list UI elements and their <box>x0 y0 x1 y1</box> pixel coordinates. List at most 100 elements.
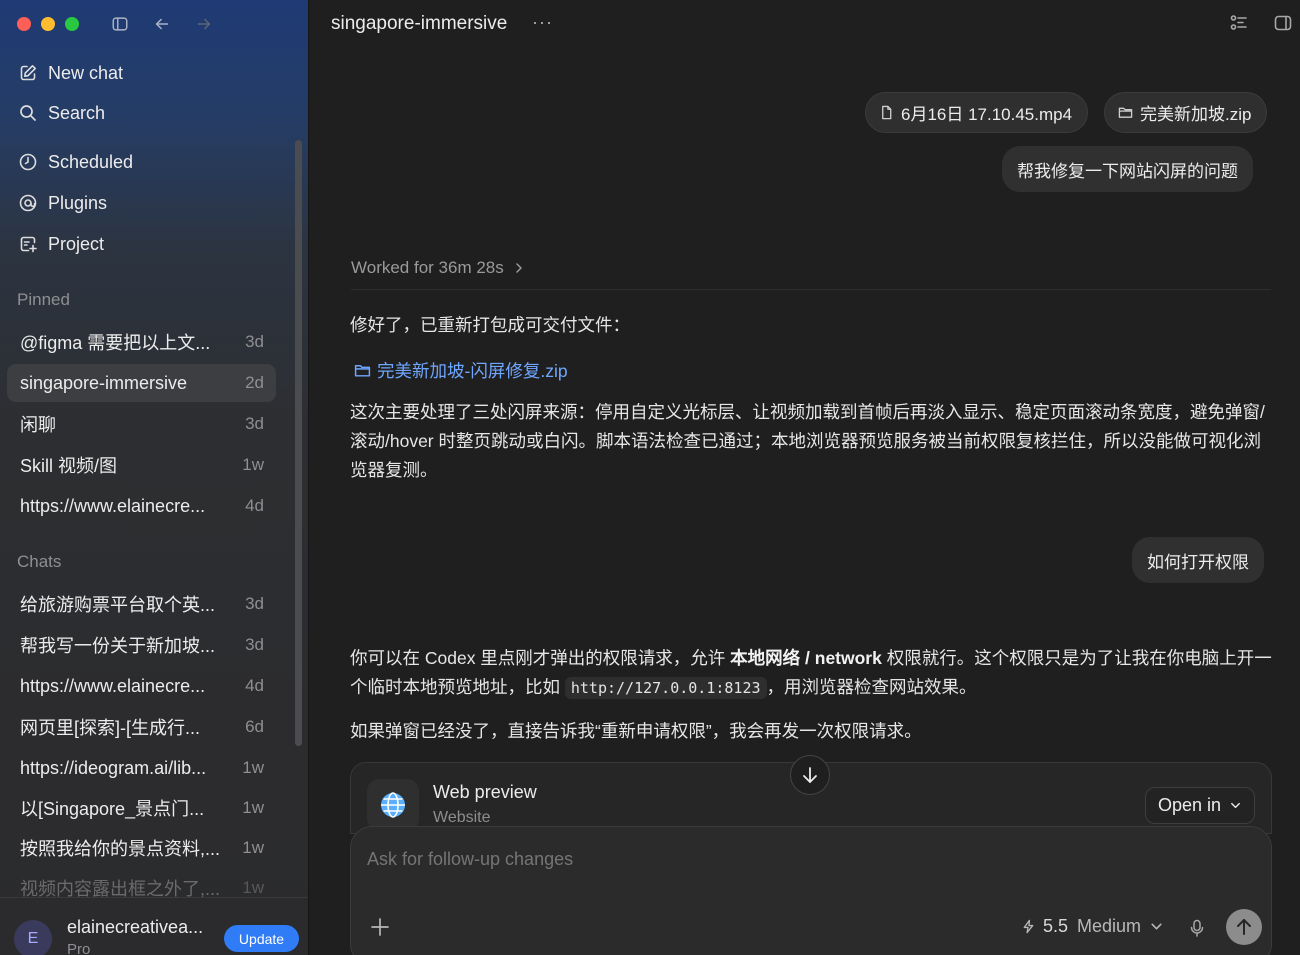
folder-icon <box>1118 107 1133 118</box>
zoom-window-button[interactable] <box>65 17 79 31</box>
chat-item[interactable]: https://www.elainecre... 4d <box>7 667 276 705</box>
microphone-icon <box>1190 919 1204 937</box>
item-label: singapore-immersive <box>20 372 188 393</box>
attachment-chip[interactable]: 6月16日 17.10.45.mp4 <box>865 92 1089 133</box>
add-attachment-button[interactable] <box>369 916 391 938</box>
pinned-item[interactable]: @figma 需要把以上文... 3d <box>7 323 276 361</box>
item-age: 1w <box>242 455 264 474</box>
item-age: 4d <box>245 676 264 695</box>
chat-item[interactable]: 帮我写一份关于新加坡... 3d <box>7 626 276 664</box>
pinned-section-title: Pinned <box>17 290 70 309</box>
chat-item[interactable]: 以[Singapore_景点门... 1w <box>7 789 276 827</box>
open-in-label: Open in <box>1157 795 1221 815</box>
sidebar-toggle-icon[interactable] <box>109 13 131 35</box>
new-chat-label: New chat <box>48 62 124 83</box>
attachment-chip[interactable]: 完美新加坡.zip <box>1104 92 1268 133</box>
back-arrow-icon[interactable] <box>151 13 173 35</box>
open-in-dropdown[interactable]: Open in <box>1144 787 1255 824</box>
scroll-to-bottom-button[interactable] <box>790 755 830 795</box>
bolt-icon <box>1023 919 1034 934</box>
plugins-button[interactable]: Plugins <box>8 185 278 221</box>
send-button[interactable] <box>1226 909 1262 945</box>
item-age: 4d <box>245 496 264 515</box>
arrow-down-icon <box>803 767 817 783</box>
pinned-item[interactable]: Skill 视频/图 1w <box>7 446 276 484</box>
sidebar-scrollbar[interactable] <box>295 140 302 746</box>
model-name: 5.5 <box>1043 916 1069 936</box>
window-controls <box>17 17 79 31</box>
model-selector[interactable]: 5.5 Medium <box>1021 916 1164 937</box>
pinned-item[interactable]: https://www.elainecre... 4d <box>7 487 276 525</box>
item-age: 3d <box>245 414 264 433</box>
item-label: 闲聊 <box>20 415 56 435</box>
user-message: 帮我修复一下网站闪屏的问题 <box>1002 146 1253 192</box>
item-age: 2d <box>245 373 264 392</box>
divider <box>351 289 1271 290</box>
search-icon <box>20 105 36 121</box>
item-age: 1w <box>242 878 264 897</box>
item-age: 1w <box>242 758 264 777</box>
worked-duration-toggle[interactable]: Worked for 36m 28s <box>351 258 526 278</box>
text-segment: ，用浏览器检查网站效果。 <box>766 677 977 697</box>
user-name[interactable]: elainecreativea... <box>67 917 203 938</box>
pinned-item-active[interactable]: singapore-immersive 2d <box>7 364 276 402</box>
item-age: 3d <box>245 635 264 654</box>
inline-code: http://127.0.0.1:8123 <box>564 677 767 699</box>
page-title: singapore-immersive <box>331 13 508 34</box>
plus-icon <box>371 918 389 936</box>
pinned-item[interactable]: 闲聊 3d <box>7 405 276 443</box>
project-label: Project <box>48 233 105 254</box>
assistant-message: 如果弹窗已经没了，直接告诉我“重新申请权限”，我会再发一次权限请求。 <box>350 721 922 741</box>
avatar[interactable]: E <box>14 920 52 955</box>
plugin-icon <box>19 194 37 212</box>
chat-item[interactable]: https://ideogram.ai/lib... 1w <box>7 749 276 787</box>
item-age: 6d <box>245 717 264 736</box>
chat-item[interactable]: 网页里[探索]-[生成行... 6d <box>7 708 276 746</box>
user-message: 如何打开权限 <box>1132 537 1264 583</box>
chats-section-title: Chats <box>17 552 62 571</box>
item-label: @figma 需要把以上文... <box>20 333 211 353</box>
search-label: Search <box>48 102 106 123</box>
project-button[interactable]: Project <box>8 226 278 262</box>
file-link[interactable]: 完美新加坡-闪屏修复.zip <box>354 358 568 383</box>
item-label: Skill 视频/图 <box>20 456 118 476</box>
arrow-up-icon <box>1237 919 1251 935</box>
minimize-window-button[interactable] <box>41 17 55 31</box>
search-button[interactable]: Search <box>8 95 278 131</box>
panel-toggle-icon[interactable] <box>1273 13 1295 35</box>
chat-item[interactable]: 给旅游购票平台取个英... 3d <box>7 585 276 623</box>
item-label: 帮我写一份关于新加坡... <box>20 636 216 656</box>
new-chat-button[interactable]: New chat <box>8 55 278 91</box>
more-options-button[interactable]: ··· <box>532 12 553 33</box>
file-link-label: 完美新加坡-闪屏修复.zip <box>377 361 568 381</box>
scheduled-button[interactable]: Scheduled <box>8 144 278 180</box>
bold-text: 本地网络 / network <box>730 648 882 668</box>
attachment-label: 完美新加坡.zip <box>1140 105 1252 124</box>
item-label: 网页里[探索]-[生成行... <box>20 718 200 738</box>
close-window-button[interactable] <box>17 17 31 31</box>
scheduled-label: Scheduled <box>48 151 134 172</box>
follow-up-input[interactable] <box>367 849 1067 870</box>
item-age: 1w <box>242 838 264 857</box>
compose-icon <box>20 65 36 81</box>
effort-level: Medium <box>1077 916 1142 936</box>
item-age: 3d <box>245 332 264 351</box>
chevron-down-icon <box>1151 923 1162 930</box>
microphone-button[interactable] <box>1187 918 1207 938</box>
user-plan: Pro <box>67 941 91 955</box>
list-icon[interactable] <box>1229 13 1251 35</box>
assistant-message: 你可以在 Codex 里点刚才弹出的权限请求，允许 本地网络 / network… <box>350 644 1275 703</box>
update-button[interactable]: Update <box>224 925 299 952</box>
preview-subtitle: Website <box>433 809 491 826</box>
forward-arrow-icon[interactable] <box>193 13 215 35</box>
file-icon <box>882 105 892 120</box>
account-footer: E elainecreativea... Pro Update <box>0 897 308 955</box>
text-segment: 你可以在 Codex 里点刚才弹出的权限请求，允许 <box>350 648 731 668</box>
assistant-message: 这次主要处理了三处闪屏来源：停用自定义光标层、让视频加载到首帧后再淡入显示、稳定… <box>350 402 1265 480</box>
chat-item[interactable]: 按照我给你的景点资料,... 1w <box>7 829 276 867</box>
clock-icon <box>19 153 37 171</box>
worked-label: Worked for 36m 28s <box>351 258 504 277</box>
sidebar: New chat Search Scheduled Plugins Projec… <box>0 0 309 955</box>
item-label: 给旅游购票平台取个英... <box>20 595 216 615</box>
chevron-down-icon <box>1231 802 1240 809</box>
